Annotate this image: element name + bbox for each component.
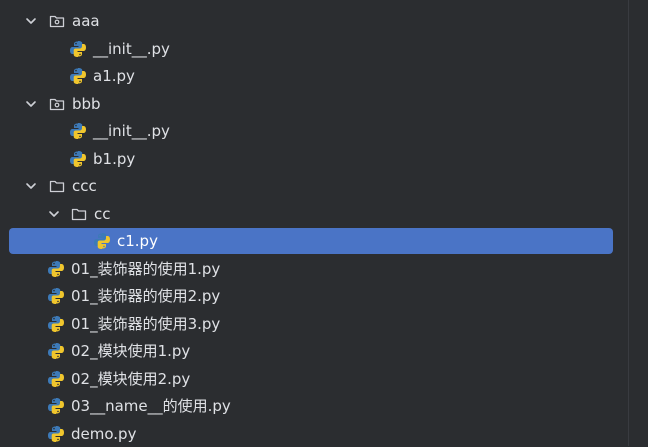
tree-item-decorator-3[interactable]: 01_装饰器的使用3.py (0, 311, 628, 337)
tree-item-label: bbb (72, 95, 101, 113)
vertical-scrollbar[interactable] (628, 0, 648, 446)
tree-item-init-aaa[interactable]: __init__.py (0, 36, 628, 62)
chevron-down-icon[interactable] (47, 207, 61, 221)
tree-item-demo[interactable]: demo.py (0, 421, 628, 447)
python-file-icon (47, 342, 65, 360)
tree-item-label: a1.py (93, 67, 135, 85)
tree-item-label: 01_装饰器的使用1.py (71, 260, 221, 278)
python-file-icon (47, 287, 65, 305)
package-folder-icon (48, 95, 66, 113)
tree-item-module-2[interactable]: 02_模块使用2.py (0, 366, 628, 392)
python-file-icon (47, 397, 65, 415)
python-file-icon (47, 425, 65, 443)
tree-item-label: 02_模块使用1.py (71, 342, 191, 360)
tree-item-module-1[interactable]: 02_模块使用1.py (0, 338, 628, 364)
tree-item-c1[interactable]: c1.py (0, 228, 628, 254)
clipped-row (0, 0, 628, 5)
python-file-icon (47, 315, 65, 333)
tree-item-init-bbb[interactable]: __init__.py (0, 118, 628, 144)
tree-item-aaa[interactable]: aaa (0, 8, 628, 34)
tree-item-b1[interactable]: b1.py (0, 146, 628, 172)
python-file-icon (47, 370, 65, 388)
tree-item-label: __init__.py (93, 40, 170, 58)
tree-item-decorator-1[interactable]: 01_装饰器的使用1.py (0, 256, 628, 282)
chevron-down-icon[interactable] (24, 14, 38, 28)
tree-item-cc[interactable]: cc (0, 201, 628, 227)
tree-item-decorator-2[interactable]: 01_装饰器的使用2.py (0, 283, 628, 309)
python-file-icon (93, 232, 111, 250)
tree-item-label: 02_模块使用2.py (71, 370, 191, 388)
tree-item-label: cc (94, 205, 111, 223)
package-folder-icon (48, 12, 66, 30)
tree-item-label: ccc (72, 177, 97, 195)
chevron-down-icon[interactable] (24, 179, 38, 193)
tree-item-a1[interactable]: a1.py (0, 63, 628, 89)
python-file-icon (47, 260, 65, 278)
tree-item-label: c1.py (117, 232, 158, 250)
folder-icon (48, 177, 66, 195)
tree-item-label: 03__name__的使用.py (71, 397, 231, 415)
tree-item-label: 01_装饰器的使用3.py (71, 315, 221, 333)
python-file-icon (69, 40, 87, 58)
tree-item-label: demo.py (71, 425, 137, 443)
tree-item-bbb[interactable]: bbb (0, 91, 628, 117)
tree-item-label: aaa (72, 12, 100, 30)
tree-item-ccc[interactable]: ccc (0, 173, 628, 199)
tree-item-label: 01_装饰器的使用2.py (71, 287, 221, 305)
tree-item-label: __init__.py (93, 122, 170, 140)
folder-icon (70, 205, 88, 223)
python-file-icon (69, 67, 87, 85)
project-tree[interactable]: aaa __init__.py a1.py bbb __init__.py b1… (0, 0, 628, 446)
tree-item-label: b1.py (93, 150, 136, 168)
python-file-icon (69, 150, 87, 168)
chevron-down-icon[interactable] (24, 97, 38, 111)
tree-item-name-usage[interactable]: 03__name__的使用.py (0, 393, 628, 419)
python-file-icon (69, 122, 87, 140)
